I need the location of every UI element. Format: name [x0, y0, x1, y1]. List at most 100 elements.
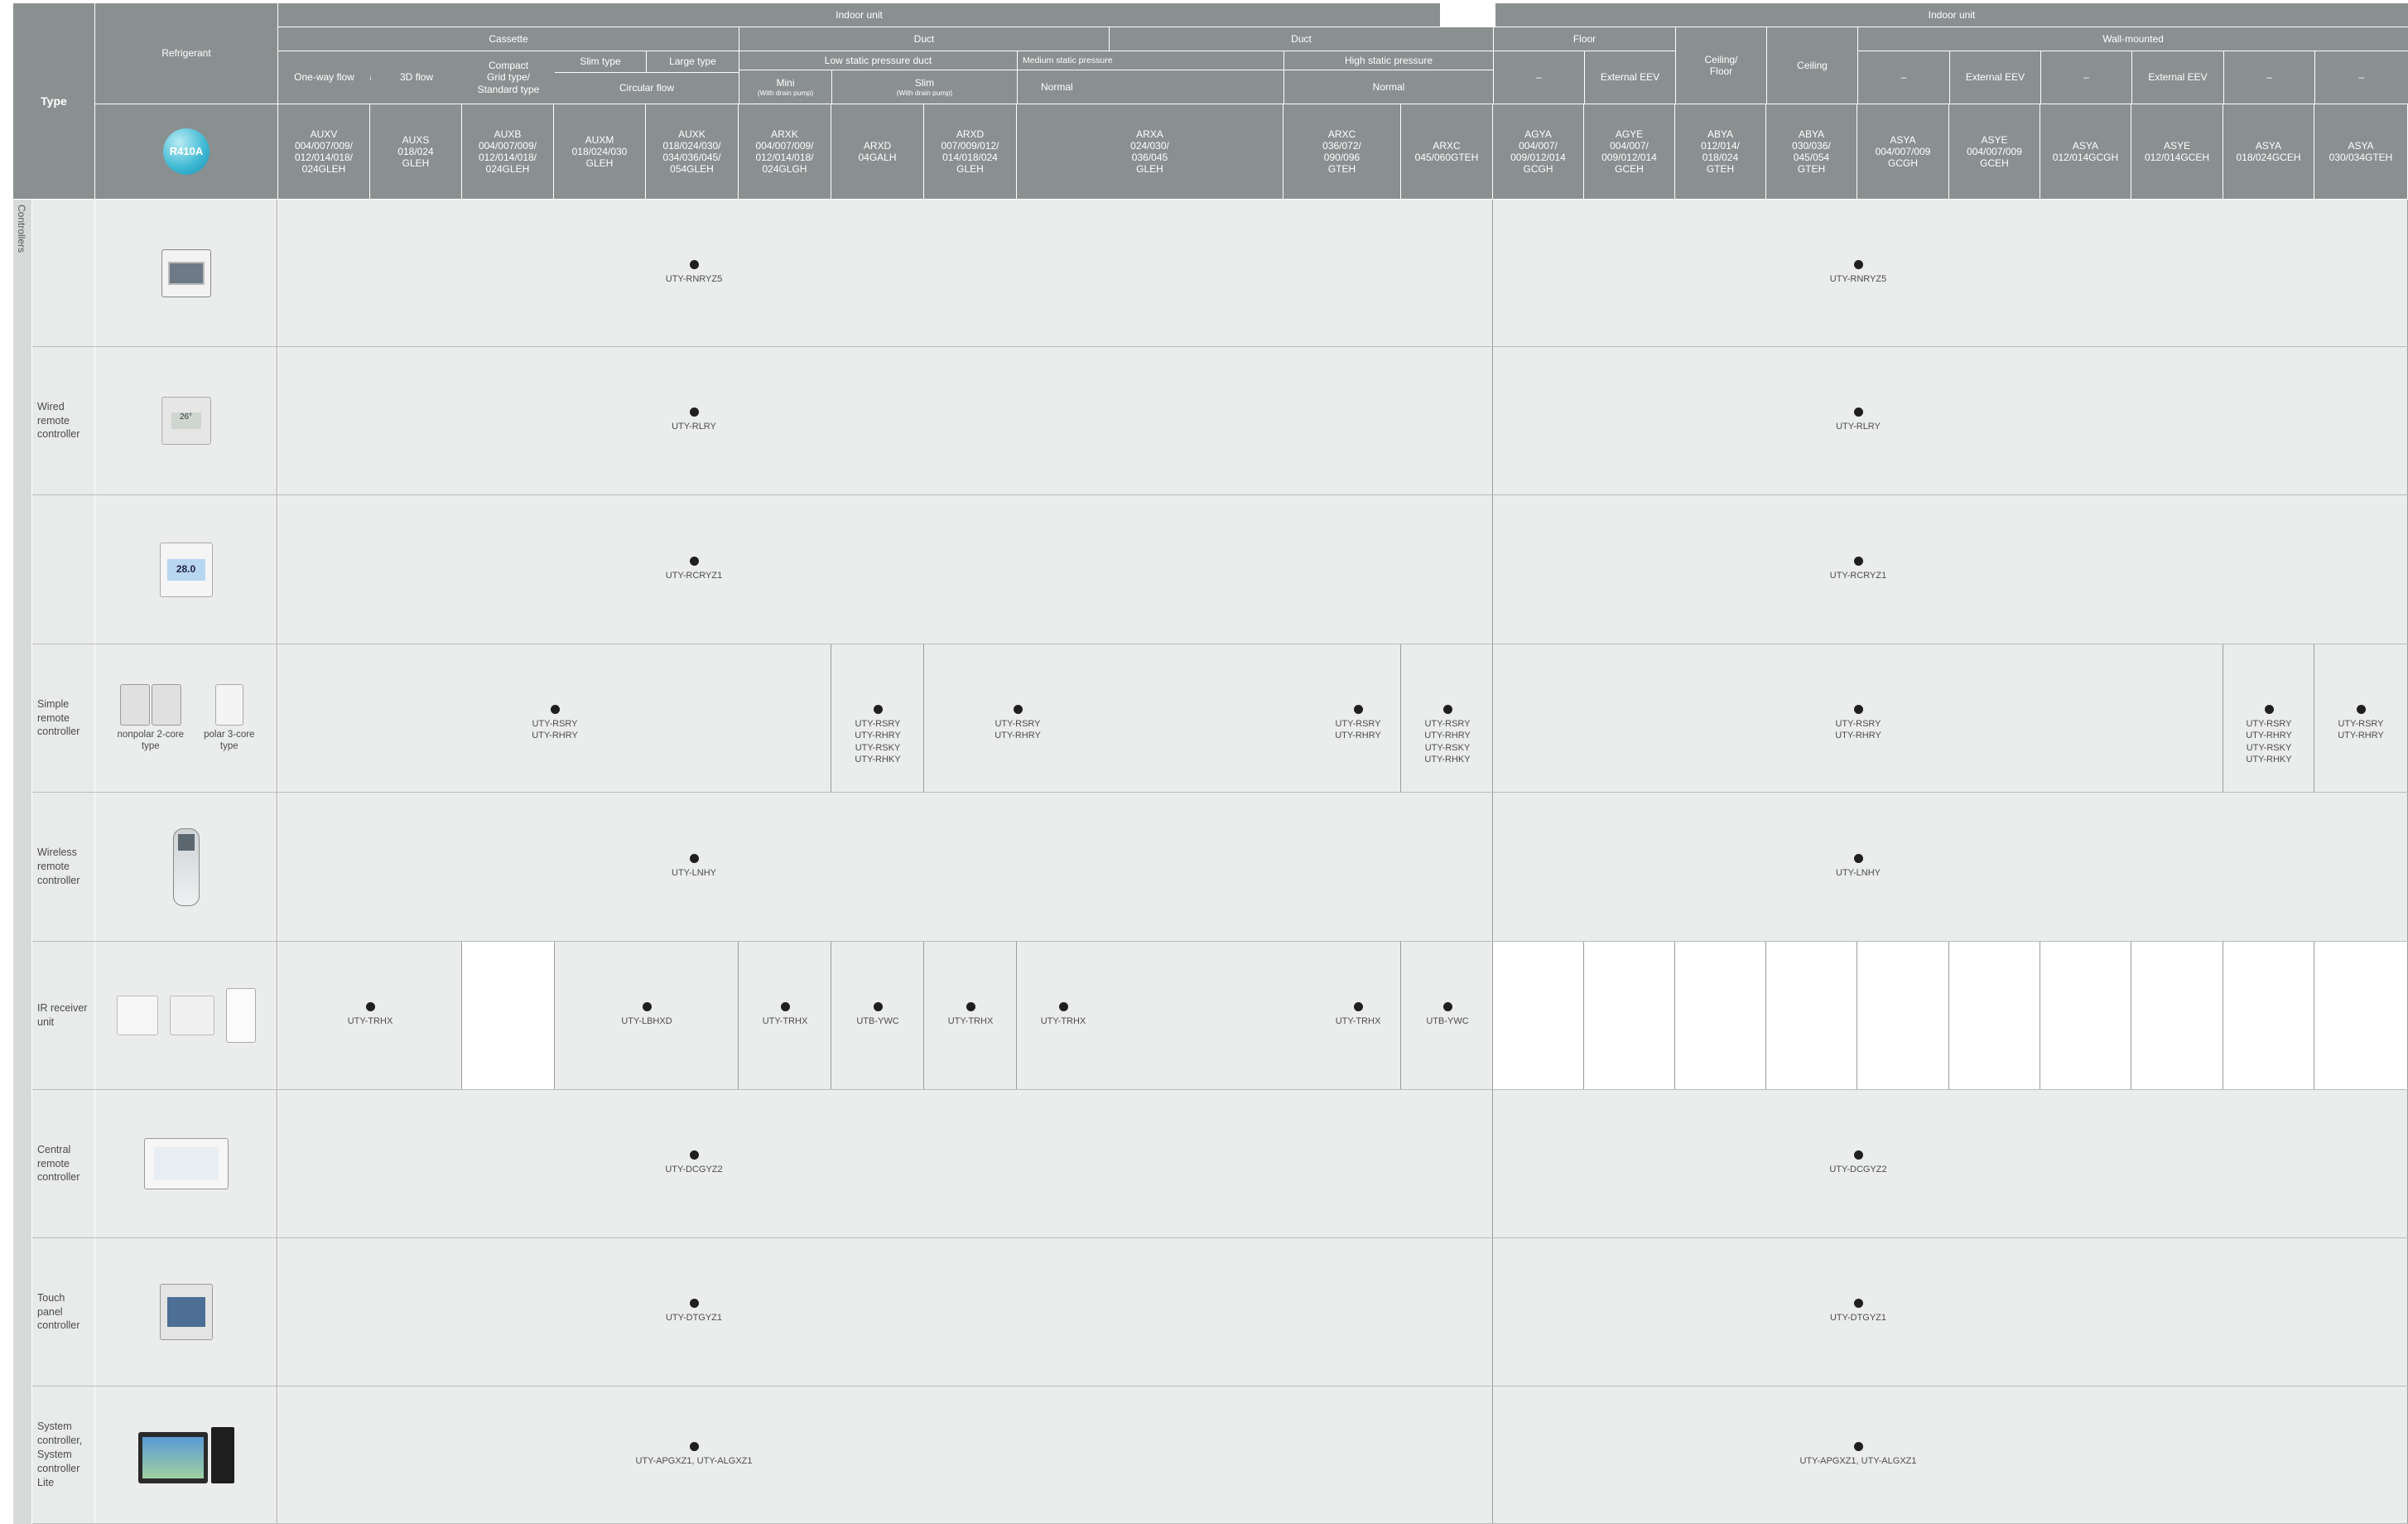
compat-dot: [1353, 705, 1363, 714]
compat-model-label: UTY-DTGYZ1: [1829, 1313, 1887, 1323]
model-header-cell: ARXC 036/072/ 090/096 GTEH: [1283, 104, 1400, 199]
data-cell: [462, 942, 555, 1089]
compat-dot: [689, 408, 699, 417]
indoor-unit-header-right: Indoor unit: [1495, 3, 2408, 27]
model-header-label: ABYA 012/014/ 018/024 GTEH: [1701, 128, 1740, 176]
compat-model-label: UTY-RNRYZ5: [665, 273, 723, 284]
compat-entry: UTY-RSRY UTY-RHRY: [472, 705, 638, 742]
refrigerant-label: Refrigerant: [161, 47, 211, 60]
data-cell: [1493, 793, 2408, 941]
group-cassette-label: Cassette: [489, 32, 528, 45]
wired-controller-rnryz5-icon: [161, 248, 211, 297]
compat-model-label: UTY-DCGYZ2: [1829, 1165, 1887, 1174]
ir-receiver-units-icon: [116, 988, 256, 1043]
sub-slim-type: Slim type: [555, 51, 646, 72]
controllers-side-strip: Controllers: [13, 200, 31, 1524]
sub-slim-type-label: Slim type: [580, 55, 621, 68]
group-ceiling-floor-label: Ceiling/ Floor: [1704, 53, 1738, 77]
compat-model-label: UTY-TRHX: [1040, 1016, 1086, 1026]
model-header-cell: ABYA 012/014/ 018/024 GTEH: [1675, 104, 1765, 199]
compat-dot: [1442, 1002, 1452, 1011]
sub-wall-dash-1-label: –: [1900, 71, 1907, 84]
sub-low-static-label: Low static pressure duct: [824, 54, 932, 66]
compat-entry: UTY-DTGYZ1: [611, 1299, 777, 1324]
data-cell: [1493, 495, 2408, 644]
group-duct-left-label: Duct: [913, 32, 935, 45]
data-cell: [1675, 942, 1766, 1089]
model-header-cell: ARXK 004/007/009/ 012/014/018/ 024GLGH: [739, 104, 831, 199]
model-header-cell: AGYE 004/007/ 009/012/014 GCEH: [1584, 104, 1674, 199]
compat-entry: UTY-RSRY UTY-RHRY: [2278, 705, 2408, 742]
sub-medium-static-label: Medium static pressure: [1023, 55, 1113, 65]
data-cell: [1493, 942, 1584, 1089]
row-label: Touch panel controller: [37, 1291, 80, 1332]
compat-dot: [689, 259, 699, 269]
sub-wall-dash-2: –: [2041, 51, 2131, 104]
group-duct-right-label: Duct: [1291, 32, 1312, 45]
model-header-cell: AUXS 018/024 GLEH: [370, 104, 461, 199]
row-icon-cell: [95, 942, 277, 1089]
sub-floor-eev: External EEV: [1585, 51, 1675, 104]
model-header-cell: AUXB 004/007/009/ 012/014/018/ 024GLEH: [462, 104, 553, 199]
row-label-cell: Touch panel controller: [32, 1238, 94, 1386]
row-label-cell: System controller, System controller Lit…: [32, 1387, 94, 1523]
model-header-label: AUXS 018/024 GLEH: [397, 133, 434, 170]
compat-model-label: UTY-RCRYZ1: [665, 570, 723, 581]
sub-one-way-text: One-way flow: [294, 71, 354, 84]
model-header-cell: AUXM 018/024/030 GLEH: [554, 104, 645, 199]
compat-dot: [550, 705, 560, 714]
data-cell: [2131, 942, 2223, 1089]
sub-wall-dash-3-label: –: [2266, 71, 2272, 84]
row-icon-cell: [95, 793, 277, 941]
model-header-cell: ASYA 012/014GCGH: [2040, 104, 2131, 199]
row-label-cell: Simple remote controller: [32, 644, 94, 792]
compat-model-label: UTY-LNHY: [672, 867, 716, 878]
compat-model-label: UTY-RSRY UTY-RHRY UTY-RSKY UTY-RHKY: [855, 719, 901, 764]
compat-entry: UTY-RSRY UTY-RHRY: [1775, 705, 1941, 742]
compat-dot: [2356, 705, 2366, 714]
compat-entry: UTY-RLRY: [1775, 408, 1941, 432]
sub-wall-eev-2: External EEV: [2132, 51, 2223, 104]
sub-high-static: High static pressure: [1284, 51, 1493, 70]
system-controller-pc-icon: [137, 1426, 234, 1483]
refrigerant-icon-cell: R410A: [95, 104, 277, 199]
model-header-cell: ABYA 030/036/ 045/054 GTEH: [1766, 104, 1857, 199]
group-wall-mounted: Wall-mounted: [1858, 27, 2408, 51]
model-header-label: ASYA 018/024GCEH: [2236, 139, 2301, 163]
indoor-unit-header-left: Indoor unit: [278, 3, 1440, 27]
compat-entry: UTY-DTGYZ1: [1775, 1299, 1941, 1324]
r410a-icon: R410A: [163, 128, 209, 175]
compat-dot: [689, 556, 699, 566]
compat-entry: UTY-TRHX: [980, 1002, 1146, 1027]
sub-mini-note: (With drain pump): [757, 89, 814, 98]
indoor-unit-label-right: Indoor unit: [1928, 8, 1976, 21]
row-icon-cell: [95, 1387, 277, 1523]
type-label: Type: [41, 94, 67, 108]
model-header-label: ARXC 045/060GTEH: [1414, 139, 1479, 163]
model-header-label: ASYA 004/007/009 GCGH: [1875, 133, 1931, 170]
sub-low-static: Low static pressure duct: [739, 51, 1017, 70]
sub-slim: Slim (With drain pump): [832, 70, 1017, 104]
compat-entry: UTY-LNHY: [611, 853, 777, 879]
central-remote-icon: [143, 1138, 229, 1189]
compat-dot: [689, 1150, 699, 1160]
compat-dot: [1853, 853, 1863, 863]
sub-mini-label: Mini: [776, 76, 795, 89]
wireless-remote-icon: [172, 827, 200, 906]
data-cell: [2314, 942, 2408, 1089]
group-floor: Floor: [1494, 27, 1675, 51]
group-floor-label: Floor: [1572, 32, 1597, 45]
compat-dot: [689, 1299, 699, 1308]
compat-entry: UTY-APGXZ1, UTY-ALGXZ1: [611, 1441, 777, 1467]
compat-dot: [2264, 705, 2274, 714]
data-cell: [1493, 1387, 2408, 1523]
sub-floor-dash-label: –: [1536, 71, 1542, 84]
group-ceiling-label: Ceiling: [1797, 59, 1828, 71]
compat-dot: [689, 1441, 699, 1451]
compat-dot: [1853, 556, 1863, 566]
row-label: Central remote controller: [37, 1143, 80, 1184]
refrigerant-header: Refrigerant: [95, 3, 277, 104]
compat-model-label: UTY-RSRY UTY-RHRY: [532, 719, 578, 741]
sub-wall-dash-3: –: [2224, 51, 2314, 104]
compat-dot: [1853, 408, 1863, 417]
